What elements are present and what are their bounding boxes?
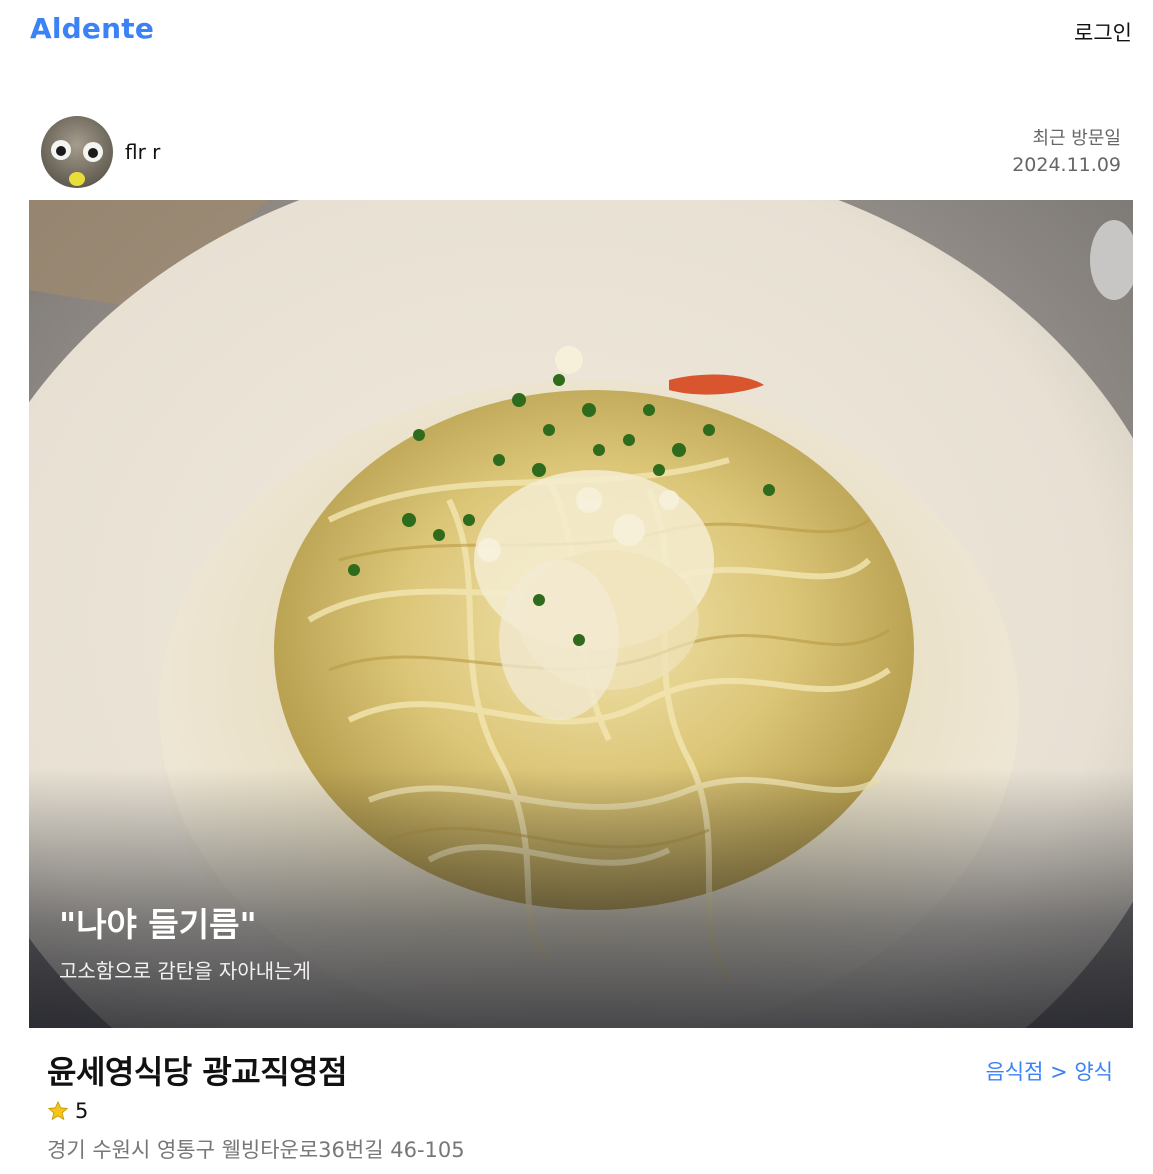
avatar[interactable] <box>41 116 113 188</box>
restaurant-address: 경기 수원시 영통구 웰빙타운로36번길 46-105 <box>47 1138 465 1162</box>
post-author-row: flr r 최근 방문일 2024.11.09 <box>0 112 1153 196</box>
review-subtitle: 고소함으로 감탄을 자아내는게 <box>59 959 311 983</box>
rating-value: 5 <box>75 1099 89 1123</box>
author-name[interactable]: flr r <box>125 140 160 164</box>
review-headline: "나야 들기름" <box>59 905 257 944</box>
app-logo[interactable]: Aldente <box>30 12 154 45</box>
login-link[interactable]: 로그인 <box>1074 17 1132 47</box>
restaurant-name[interactable]: 윤세영식당 광교직영점 <box>47 1047 348 1093</box>
visit-date-label: 최근 방문일 <box>1032 128 1121 149</box>
rating: 5 <box>47 1099 88 1123</box>
top-bar: Aldente 로그인 <box>0 0 1153 60</box>
restaurant-category[interactable]: 음식점 > 양식 <box>985 1056 1113 1086</box>
star-icon <box>47 1100 69 1122</box>
visit-date: 2024.11.09 <box>1012 154 1121 176</box>
food-photo[interactable]: "나야 들기름" 고소함으로 감탄을 자아내는게 <box>29 200 1133 1028</box>
